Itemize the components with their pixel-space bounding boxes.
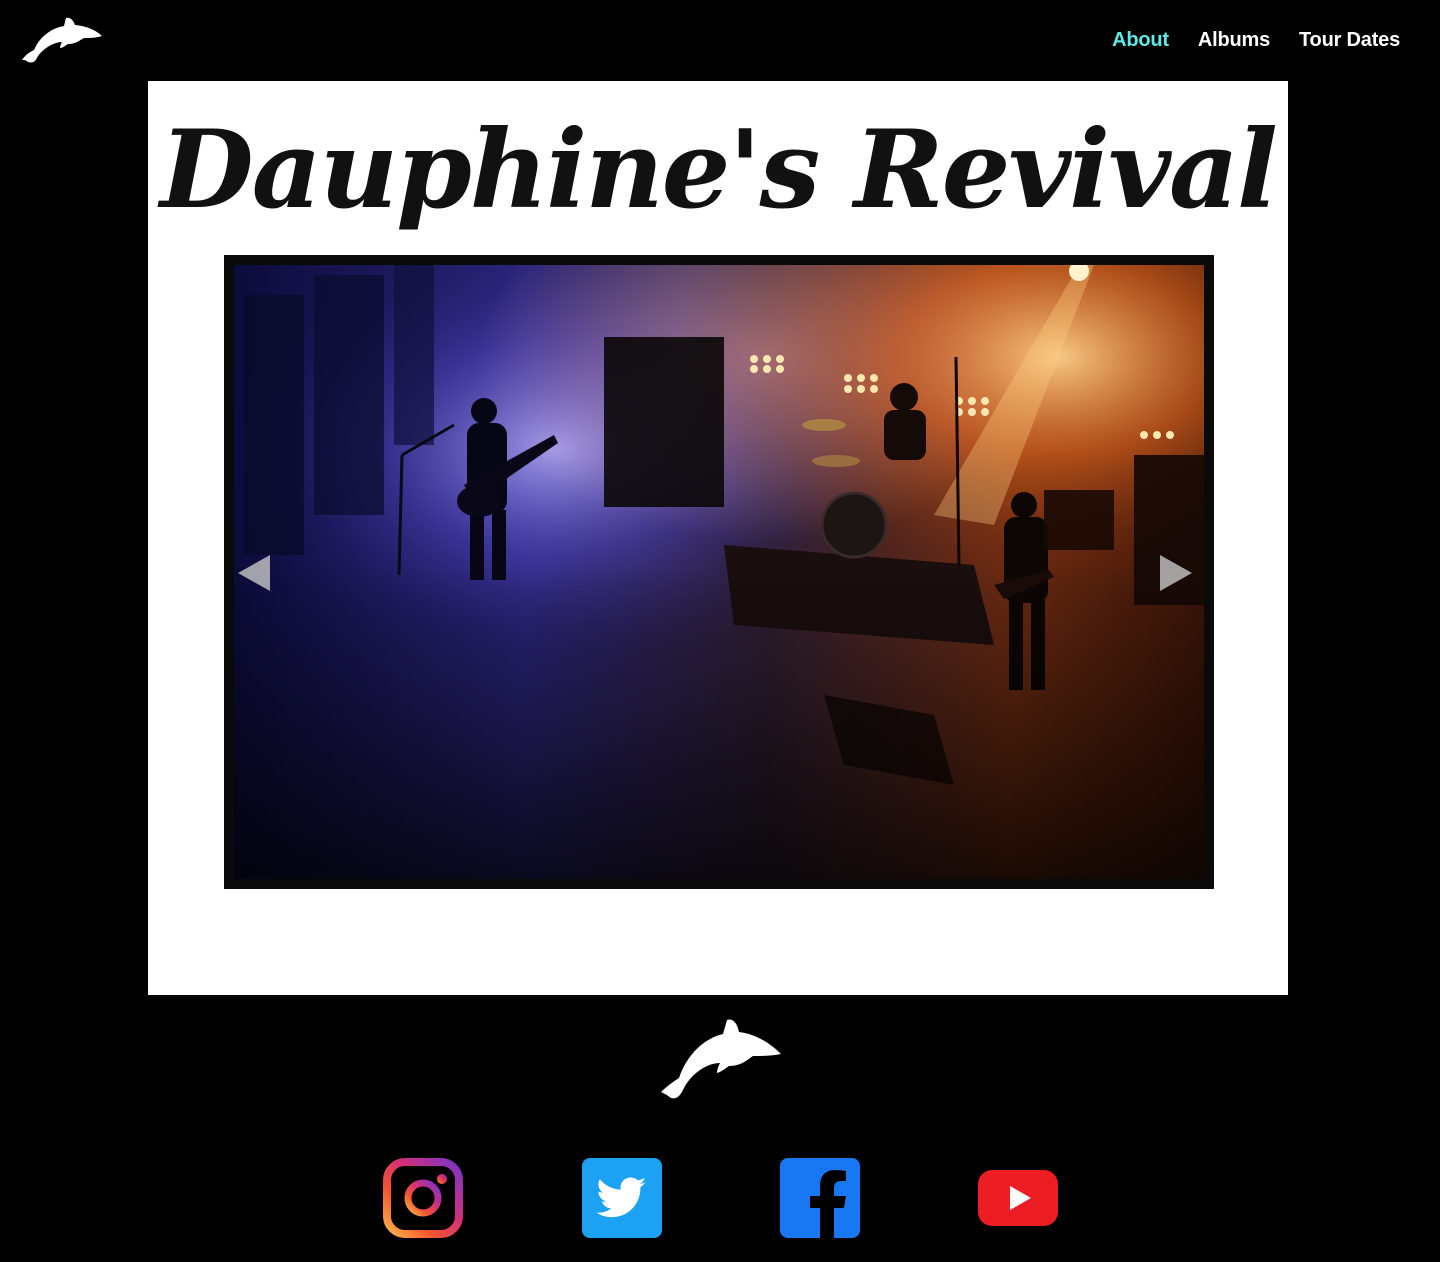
triangle-right-icon <box>1160 555 1192 591</box>
top-nav: About Albums Tour Dates <box>1112 28 1400 52</box>
nav-tour-dates-link[interactable]: Tour Dates <box>1299 28 1400 52</box>
slider-next-button[interactable] <box>1158 553 1194 593</box>
youtube-icon <box>978 1170 1058 1226</box>
slider-prev-button[interactable] <box>236 553 272 593</box>
facebook-icon <box>780 1158 860 1238</box>
band-title: Dauphine's Revival <box>160 107 1278 233</box>
page: About Albums Tour Dates Dauphine's Reviv… <box>0 0 1440 1262</box>
nav-about-link[interactable]: About <box>1112 28 1169 52</box>
nav-albums-link[interactable]: Albums <box>1198 28 1270 52</box>
twitter-icon <box>582 1158 662 1238</box>
youtube-link[interactable] <box>978 1158 1058 1238</box>
image-slider <box>224 255 1214 889</box>
instagram-link[interactable] <box>383 1158 463 1238</box>
dolphin-footer-icon <box>657 1016 783 1104</box>
concert-photo <box>234 265 1204 879</box>
triangle-left-icon <box>238 555 270 591</box>
instagram-icon <box>383 1158 463 1238</box>
hero-card: Dauphine's Revival <box>148 81 1288 995</box>
twitter-link[interactable] <box>582 1158 662 1238</box>
dolphin-logo-icon[interactable] <box>20 14 104 66</box>
facebook-link[interactable] <box>780 1158 860 1238</box>
